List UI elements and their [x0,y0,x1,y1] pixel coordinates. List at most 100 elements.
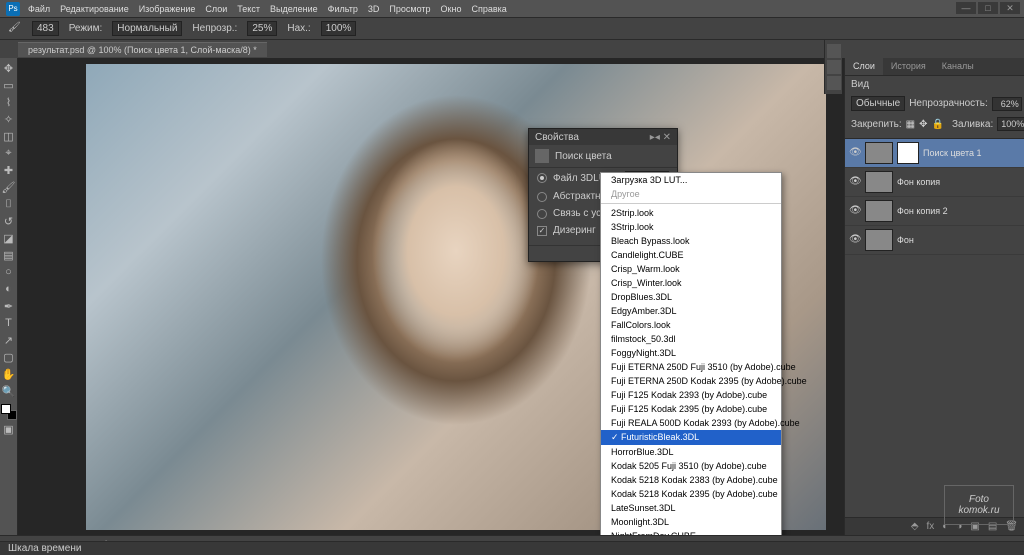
menu-file[interactable]: Файл [28,4,50,14]
dropdown-item[interactable]: HorrorBlue.3DL [601,445,781,459]
dropdown-item[interactable]: Kodak 5205 Fuji 3510 (by Adobe).cube [601,459,781,473]
visibility-icon[interactable]: 👁 [849,147,861,159]
checkbox-icon[interactable]: ✓ [537,226,547,236]
menu-view[interactable]: Просмотр [389,4,430,14]
tab-channels[interactable]: Каналы [934,58,982,75]
layer-fill-input[interactable] [997,117,1024,131]
layer-row[interactable]: 👁 Фон [845,226,1024,255]
dropdown-item[interactable]: Fuji F125 Kodak 2393 (by Adobe).cube [601,388,781,402]
dropdown-item[interactable]: Moonlight.3DL [601,515,781,529]
menu-select[interactable]: Выделение [270,4,318,14]
mode-select[interactable]: Нормальный [112,21,182,36]
radio-icon[interactable] [537,209,547,219]
eyedropper-tool-icon[interactable]: ⌖ [1,145,17,161]
window-minimize-icon[interactable]: — [956,2,976,14]
radio-icon[interactable] [537,173,547,183]
dropdown-item[interactable]: LateSunset.3DL [601,501,781,515]
mask-thumbnail[interactable] [897,142,919,164]
marquee-tool-icon[interactable]: ▭ [1,77,17,93]
lasso-tool-icon[interactable]: ⌇ [1,94,17,110]
collapsed-panel-icon[interactable] [827,60,841,74]
tab-history[interactable]: История [883,58,934,75]
visibility-icon[interactable]: 👁 [849,176,861,188]
dropdown-item[interactable]: Fuji F125 Kodak 2395 (by Adobe).cube [601,402,781,416]
wand-tool-icon[interactable]: ✧ [1,111,17,127]
pen-tool-icon[interactable]: ✒ [1,298,17,314]
brush-tool-icon[interactable]: 🖌 [1,179,17,195]
history-brush-icon[interactable]: ↺ [1,213,17,229]
menu-image[interactable]: Изображение [139,4,196,14]
blend-mode-select[interactable]: Обычные [851,96,905,111]
dropdown-item[interactable]: filmstock_50.3dl [601,332,781,346]
document-tab[interactable]: результат.psd @ 100% (Поиск цвета 1, Сло… [18,42,267,57]
panel-close-icon[interactable]: ▸◂ ✕ [650,132,671,143]
fx-icon[interactable]: fx [927,521,935,532]
menu-window[interactable]: Окно [441,4,462,14]
layer-row[interactable]: 👁Фон копия [845,168,1024,197]
dropdown-item[interactable]: Fuji ETERNA 250D Kodak 2395 (by Adobe).c… [601,374,781,388]
opacity-field[interactable]: 25% [247,21,277,36]
dropdown-item[interactable]: FallColors.look [601,318,781,332]
radio-icon[interactable] [537,192,547,202]
collapsed-panel-icon[interactable] [827,44,841,58]
type-tool-icon[interactable]: T [1,315,17,331]
layer-name[interactable]: Фон копия 2 [897,206,948,216]
dropdown-item[interactable]: Fuji REALA 500D Kodak 2393 (by Adobe).cu… [601,416,781,430]
lock-all-icon[interactable]: 🔒 [932,119,944,130]
lut-dropdown[interactable]: Загрузка 3D LUT...Другое 2Strip.look3Stri… [600,172,782,535]
lock-position-icon[interactable]: ✥ [919,119,927,130]
color-swatches[interactable] [1,404,17,420]
tab-layers[interactable]: Слои [845,58,883,75]
dropdown-item[interactable]: Kodak 5218 Kodak 2383 (by Adobe).cube [601,473,781,487]
flow-field[interactable]: 100% [321,21,357,36]
layer-thumbnail[interactable] [865,200,893,222]
dropdown-item[interactable]: FuturisticBleak.3DL [601,430,781,445]
dropdown-item[interactable]: NightFromDay.CUBE [601,529,781,535]
dodge-tool-icon[interactable]: ◐ [1,281,17,297]
visibility-icon[interactable]: 👁 [849,205,861,217]
menu-3d[interactable]: 3D [368,4,380,14]
layer-name[interactable]: Фон [897,235,914,245]
link-layers-icon[interactable]: ⬘ [911,521,919,532]
crop-tool-icon[interactable]: ◫ [1,128,17,144]
dropdown-item[interactable]: EdgyAmber.3DL [601,304,781,318]
move-tool-icon[interactable]: ✥ [1,60,17,76]
zoom-tool-icon[interactable]: 🔍 [1,383,17,399]
path-tool-icon[interactable]: ↗ [1,332,17,348]
visibility-icon[interactable]: 👁 [849,234,861,246]
menu-help[interactable]: Справка [471,4,506,14]
layer-thumbnail[interactable] [865,171,893,193]
blur-tool-icon[interactable]: ○ [1,264,17,280]
heal-tool-icon[interactable]: ✚ [1,162,17,178]
collapsed-panel-icon[interactable] [827,76,841,90]
collapsed-panel-dock[interactable] [824,40,842,94]
menu-filter[interactable]: Фильтр [328,4,358,14]
dropdown-item[interactable]: DropBlues.3DL [601,290,781,304]
dropdown-item[interactable]: Kodak 5218 Kodak 2395 (by Adobe).cube [601,487,781,501]
layer-opacity-input[interactable] [992,97,1022,111]
menu-text[interactable]: Текст [237,4,260,14]
layer-row[interactable]: 👁 Фон копия 2 [845,197,1024,226]
menu-layer[interactable]: Слои [205,4,227,14]
menu-edit[interactable]: Редактирование [60,4,129,14]
layer-thumbnail[interactable] [865,142,893,164]
window-close-icon[interactable]: ✕ [1000,2,1020,14]
dropdown-item[interactable]: Bleach Bypass.look [601,234,781,248]
dropdown-item[interactable]: Candlelight.CUBE [601,248,781,262]
dropdown-item[interactable]: Загрузка 3D LUT... [601,173,781,187]
dropdown-item[interactable]: FoggyNight.3DL [601,346,781,360]
timeline-tab[interactable]: Шкала времени [8,543,81,554]
dropdown-item[interactable]: 2Strip.look [601,206,781,220]
brush-preset[interactable]: 483 [32,21,59,36]
dropdown-item[interactable]: Crisp_Warm.look [601,262,781,276]
layer-thumbnail[interactable] [865,229,893,251]
dropdown-item[interactable]: 3Strip.look [601,220,781,234]
eraser-tool-icon[interactable]: ◪ [1,230,17,246]
dropdown-item[interactable]: Fuji ETERNA 250D Fuji 3510 (by Adobe).cu… [601,360,781,374]
layer-name[interactable]: Поиск цвета 1 [923,148,982,158]
shape-tool-icon[interactable]: ▢ [1,349,17,365]
lock-pixels-icon[interactable]: ▦ [906,119,915,130]
stamp-tool-icon[interactable]: ⌷ [1,196,17,212]
layer-row[interactable]: 👁 Поиск цвета 1 [845,139,1024,168]
dropdown-item[interactable]: Другое [601,187,781,201]
